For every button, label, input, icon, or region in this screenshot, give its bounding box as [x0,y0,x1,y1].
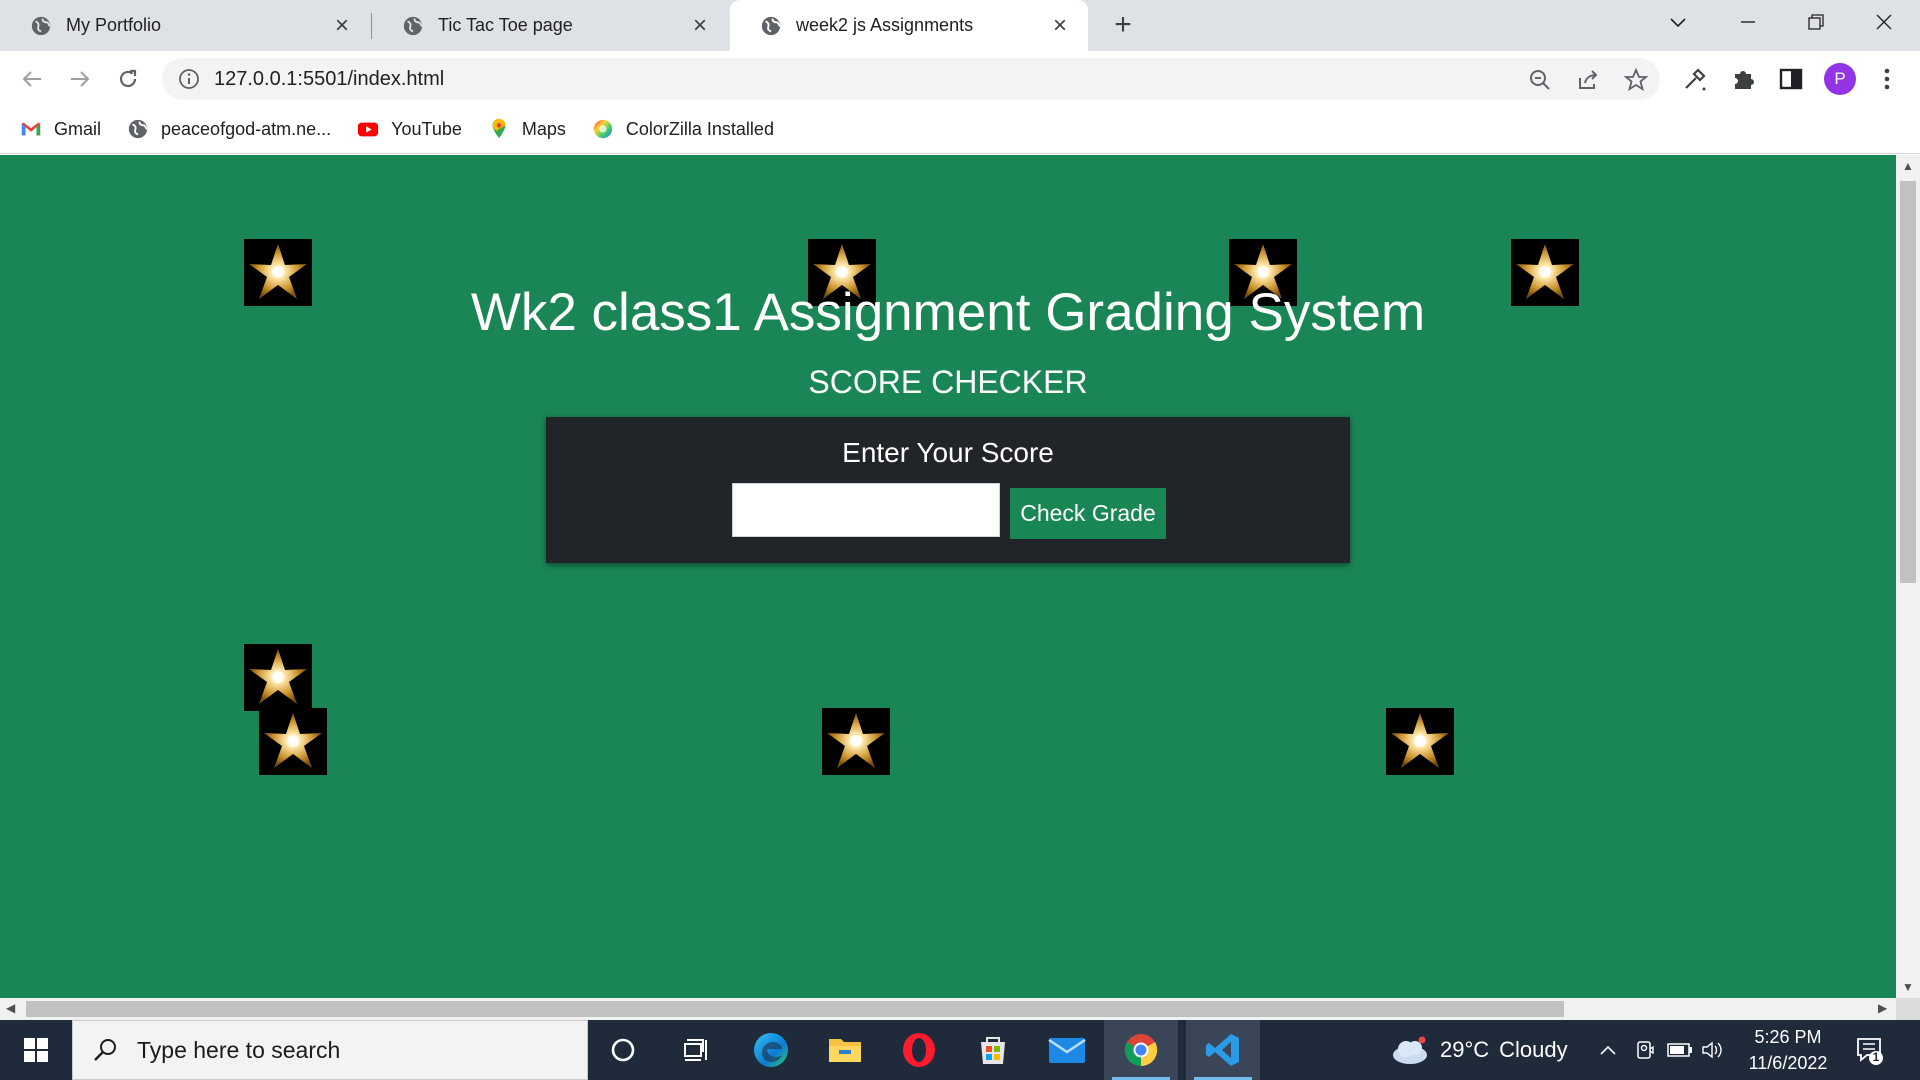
chevron-up-icon[interactable] [1594,1020,1622,1080]
weather-widget[interactable]: 29°C Cloudy [1390,1020,1568,1080]
scroll-up-arrow-icon[interactable]: ▲ [1902,159,1914,173]
cortana-icon[interactable] [586,1020,660,1080]
browser-toolbar: 127.0.0.1:5501/index.html P [0,51,1920,105]
restore-icon[interactable] [1788,0,1844,44]
youtube-icon [358,122,379,137]
battery-icon[interactable] [1664,1020,1696,1080]
zoom-icon[interactable] [1528,68,1552,92]
globe-icon [761,16,781,35]
tab-strip: My Portfolio × Tic Tac Toe page × week2 … [0,0,1920,51]
close-tab-icon[interactable]: × [688,12,712,40]
file-explorer-icon[interactable] [808,1020,882,1080]
meet-now-icon[interactable] [1630,1020,1660,1080]
back-arrow-icon[interactable] [14,61,50,97]
clock-date: 11/6/2022 [1748,1053,1828,1073]
scroll-left-arrow-icon[interactable]: ◀ [6,1001,15,1015]
page-subtitle: SCORE CHECKER [808,364,1088,400]
share-icon[interactable] [1576,68,1600,92]
tab-my-portfolio[interactable]: My Portfolio × [0,0,370,51]
bookmark-colorzilla[interactable]: ColorZilla Installed [592,118,774,140]
windows-taskbar: Type here to search 29°C Cloudy 5:26 PM … [0,1020,1920,1080]
url-text[interactable]: 127.0.0.1:5501/index.html [214,58,444,100]
profile-avatar[interactable]: P [1824,63,1856,95]
taskbar-search-box[interactable]: Type here to search [72,1020,588,1080]
close-window-icon[interactable] [1856,0,1912,44]
check-grade-button[interactable]: Check Grade [1010,488,1166,539]
gold-star-icon [822,708,890,775]
side-panel-icon[interactable] [1778,66,1804,92]
bookmark-peaceofgod[interactable]: peaceofgod-atm.ne... [127,118,331,140]
globe-icon [31,16,51,35]
close-tab-icon[interactable]: × [330,12,354,40]
clock-time: 5:26 PM [1754,1027,1822,1047]
vscode-icon[interactable] [1186,1020,1260,1080]
score-checker-form: Enter Your Score Check Grade [546,417,1350,563]
cloudy-weather-icon [1393,1036,1427,1064]
scroll-down-arrow-icon[interactable]: ▼ [1902,980,1914,994]
bookmark-label: Maps [521,118,566,139]
horizontal-scroll-thumb[interactable] [26,1001,1564,1017]
notification-count-badge: 1 [1872,1050,1880,1064]
score-input[interactable] [732,483,1000,537]
new-tab-button[interactable]: + [1106,8,1140,42]
windows-logo-icon [24,1038,48,1062]
microsoft-store-icon[interactable] [956,1020,1030,1080]
gold-star-icon [1386,708,1454,775]
scrollbar-corner [1896,998,1920,1020]
search-icon [94,1039,116,1061]
score-label: Enter Your Score [842,437,1054,468]
page-viewport: Wk2 class1 Assignment Grading System SCO… [0,155,1896,998]
close-tab-icon[interactable]: × [1048,12,1072,40]
edge-icon[interactable] [734,1020,808,1080]
globe-icon [128,119,148,139]
scroll-right-arrow-icon[interactable]: ▶ [1878,1001,1887,1015]
bookmarks-bar: Gmail peaceofgod-atm.ne... YouTube Maps … [0,105,1920,154]
mail-icon[interactable] [1030,1020,1104,1080]
tab-week2-js-assignments[interactable]: week2 js Assignments × [730,0,1088,51]
weather-condition: Cloudy [1499,1037,1568,1062]
task-view-icon[interactable] [660,1020,734,1080]
gold-star-icon [259,708,327,775]
address-bar[interactable]: 127.0.0.1:5501/index.html [162,58,1660,100]
menu-kebab-icon[interactable] [1874,66,1900,92]
globe-icon [403,16,423,35]
page-title: Wk2 class1 Assignment Grading System [470,283,1426,342]
forward-arrow-icon[interactable] [62,61,98,97]
horizontal-scrollbar[interactable]: ◀ ▶ [0,998,1896,1020]
bookmark-gmail[interactable]: Gmail [20,118,101,140]
bookmark-maps[interactable]: Maps [488,118,566,140]
extensions-puzzle-icon[interactable] [1730,66,1756,92]
site-info-icon[interactable] [178,68,200,90]
notification-center-icon[interactable]: 1 [1854,1034,1886,1066]
tab-search-chevron-icon[interactable] [1650,0,1706,44]
tab-title: My Portfolio [66,15,162,35]
tab-tic-tac-toe[interactable]: Tic Tac Toe page × [372,0,728,51]
tab-title: Tic Tac Toe page [438,15,573,35]
bookmark-label: peaceofgod-atm.ne... [161,118,332,139]
system-clock[interactable]: 5:26 PM 11/6/2022 [1730,1024,1846,1076]
gmail-icon [21,122,41,136]
bookmark-star-icon[interactable] [1624,68,1648,92]
colorzilla-eyedropper-icon[interactable] [1682,66,1708,92]
vertical-scroll-thumb[interactable] [1900,181,1916,583]
chrome-icon[interactable] [1104,1020,1178,1080]
maps-icon [492,118,506,139]
bookmark-youtube[interactable]: YouTube [357,118,462,140]
tab-title: week2 js Assignments [796,15,974,35]
colorzilla-icon [593,119,613,139]
reload-icon[interactable] [110,61,146,97]
bookmark-label: YouTube [391,118,462,139]
search-placeholder: Type here to search [137,1036,341,1063]
vertical-scrollbar[interactable]: ▲ ▼ [1896,155,1920,998]
minimize-icon[interactable] [1720,0,1776,44]
opera-icon[interactable] [882,1020,956,1080]
gold-star-icon [244,644,312,711]
bookmark-label: Gmail [54,118,102,139]
volume-icon[interactable] [1698,1020,1728,1080]
weather-temperature: 29°C [1440,1037,1490,1062]
bookmark-label: ColorZilla Installed [625,118,774,139]
windows-start-button[interactable] [0,1020,72,1080]
